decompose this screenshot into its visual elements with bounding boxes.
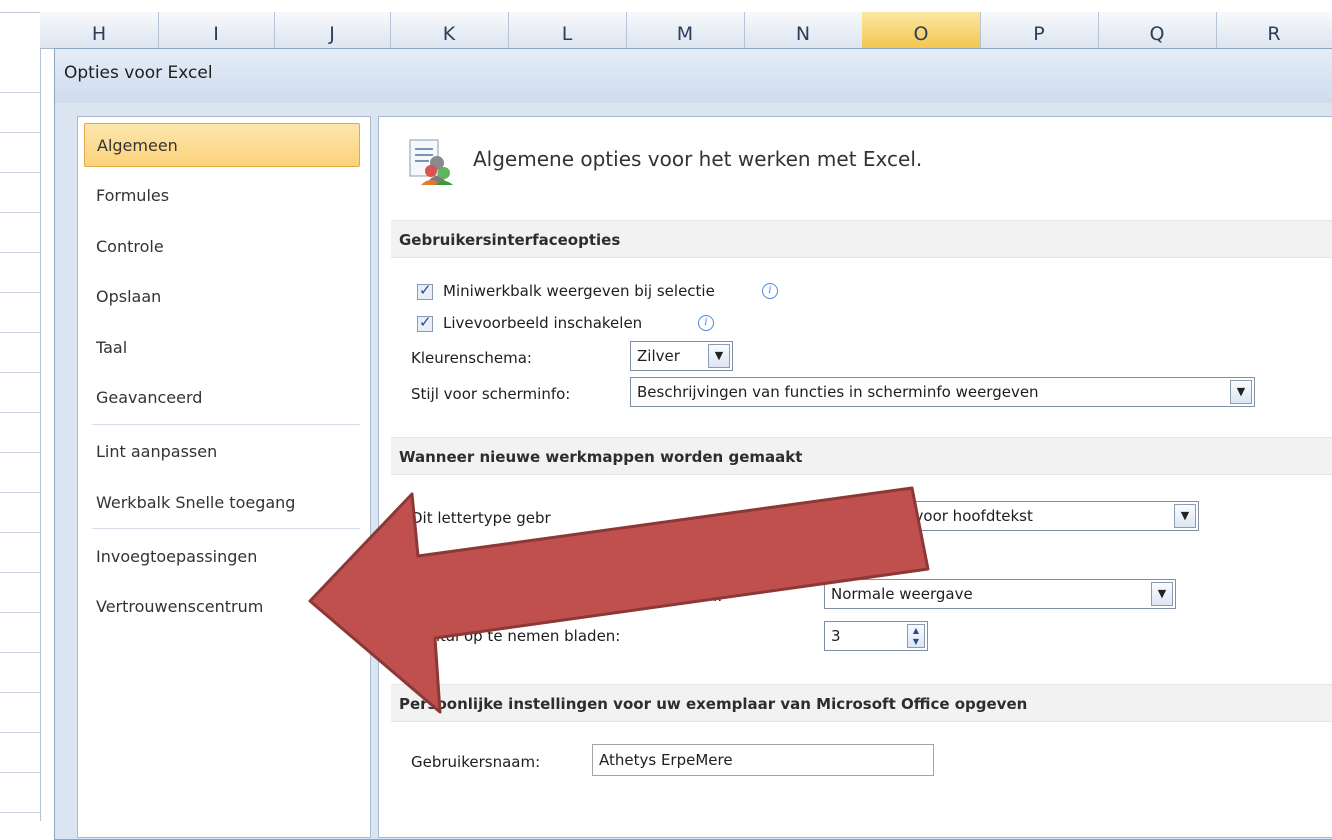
font-label: Dit lettertype gebr: [411, 509, 551, 527]
sheet-count-spinner[interactable]: 3 ▲ ▼: [824, 621, 928, 651]
section-ui-options: Gebruikersinterfaceopties: [391, 220, 1332, 258]
row-header-column: [0, 12, 41, 821]
row-gridline: [0, 732, 40, 733]
nav-item-vertrouwenscentrum[interactable]: Vertrouwenscentrum: [84, 585, 360, 629]
screentip-value: Beschrijvingen van functies in scherminf…: [637, 383, 1039, 401]
column-header-j[interactable]: J: [274, 12, 391, 48]
row-gridline: [0, 132, 40, 133]
nav-item-label: Taal: [96, 338, 128, 357]
chevron-down-icon[interactable]: ▼: [893, 543, 915, 567]
nav-item-algemeen[interactable]: Algemeen: [84, 123, 360, 167]
nav-item-label: Controle: [96, 237, 164, 256]
nav-item-label: Algemeen: [97, 136, 178, 155]
options-content: Algemene opties voor het werken met Exce…: [378, 116, 1332, 838]
nav-item-invoegtoepassingen[interactable]: Invoegtoepassingen: [84, 535, 360, 579]
spinner-arrows-icon[interactable]: ▲ ▼: [907, 624, 925, 648]
sheet-count-value: 3: [831, 627, 841, 645]
column-header-o[interactable]: O: [862, 12, 981, 48]
nav-item-opslaan[interactable]: Opslaan: [84, 275, 360, 319]
content-header: Algemene opties voor het werken met Exce…: [473, 147, 923, 171]
column-header-l[interactable]: L: [508, 12, 627, 48]
default-view-select[interactable]: Normale weergave ▼: [824, 579, 1176, 609]
font-size-value: 11: [831, 546, 851, 564]
live-preview-checkbox[interactable]: [417, 313, 433, 332]
nav-separator: [92, 528, 360, 529]
row-gridline: [0, 492, 40, 493]
default-view-label: weergave voor nieuwe bladen:: [491, 587, 723, 605]
row-gridline: [0, 692, 40, 693]
default-view-value: Normale weergave: [831, 585, 973, 603]
column-header-m[interactable]: M: [626, 12, 745, 48]
dialog-title: Opties voor Excel: [64, 63, 213, 83]
row-gridline: [0, 292, 40, 293]
username-value: Athetys ErpeMere: [599, 751, 733, 769]
chevron-down-icon[interactable]: ▼: [1230, 380, 1252, 404]
color-scheme-label: Kleurenschema:: [411, 349, 532, 367]
options-nav: Algemeen Formules Controle Opslaan Taal …: [77, 116, 371, 838]
nav-item-geavanceerd[interactable]: Geavanceerd: [84, 376, 360, 420]
column-header-r[interactable]: R: [1216, 12, 1332, 48]
section-new-workbooks: Wanneer nieuwe werkmappen worden gemaakt: [391, 437, 1332, 475]
chevron-down-icon[interactable]: ▼: [1151, 582, 1173, 606]
nav-item-label: Invoegtoepassingen: [96, 547, 258, 566]
dialog-titlebar[interactable]: Opties voor Excel: [55, 49, 1332, 103]
chevron-down-icon[interactable]: ▼: [708, 344, 730, 368]
font-value: pe voor hoofdtekst: [891, 507, 1033, 525]
section-personalize: Persoonlijke instellingen voor uw exempl…: [391, 684, 1332, 722]
column-header-n[interactable]: N: [744, 12, 863, 48]
row-gridline: [0, 332, 40, 333]
mini-toolbar-checkbox[interactable]: [417, 281, 433, 300]
column-header-p[interactable]: P: [980, 12, 1099, 48]
row-gridline: [0, 532, 40, 533]
row-gridline: [0, 172, 40, 173]
live-preview-label: Livevoorbeeld inschakelen: [443, 314, 643, 332]
screentip-select[interactable]: Beschrijvingen van functies in scherminf…: [630, 377, 1255, 407]
info-icon: i: [762, 283, 778, 299]
row-gridline: [0, 812, 40, 813]
row-gridline: [0, 92, 40, 93]
font-select[interactable]: pe voor hoofdtekst ▼: [824, 501, 1199, 531]
column-header-bar: H I J K L M N O P Q R: [40, 12, 1332, 49]
nav-item-lint-aanpassen[interactable]: Lint aanpassen: [84, 430, 360, 474]
color-scheme-select[interactable]: Zilver ▼: [630, 341, 733, 371]
info-icon: i: [698, 315, 714, 331]
row-gridline: [0, 252, 40, 253]
nav-item-label: Vertrouwenscentrum: [96, 597, 264, 616]
row-gridline: [0, 572, 40, 573]
column-header-k[interactable]: K: [390, 12, 509, 48]
nav-item-label: Lint aanpassen: [96, 442, 218, 461]
general-options-icon: [409, 139, 453, 185]
column-header-h[interactable]: H: [40, 12, 159, 48]
username-input[interactable]: Athetys ErpeMere: [592, 744, 934, 776]
row-gridline: [0, 212, 40, 213]
row-gridline: [0, 772, 40, 773]
sheet-count-label: Aantal op te nemen bladen:: [411, 627, 621, 645]
excel-options-dialog: Opties voor Excel Algemeen Formules Cont…: [54, 48, 1332, 840]
nav-item-werkbalk-snelle-toegang[interactable]: Werkbalk Snelle toegang: [84, 481, 360, 525]
nav-item-label: Geavanceerd: [96, 388, 203, 407]
nav-item-label: Formules: [96, 186, 170, 205]
chevron-down-icon[interactable]: ▼: [1174, 504, 1196, 528]
row-gridline: [0, 412, 40, 413]
font-size-select[interactable]: 11 ▼: [824, 540, 918, 570]
nav-item-taal[interactable]: Taal: [84, 326, 360, 370]
row-gridline: [0, 612, 40, 613]
column-header-q[interactable]: Q: [1098, 12, 1217, 48]
row-gridline: [0, 372, 40, 373]
nav-item-label: Werkbalk Snelle toegang: [96, 493, 296, 512]
row-gridline: [0, 452, 40, 453]
screentip-label: Stijl voor scherminfo:: [411, 385, 571, 403]
column-header-i[interactable]: I: [158, 12, 275, 48]
nav-item-formules[interactable]: Formules: [84, 174, 360, 218]
nav-separator: [92, 424, 360, 425]
mini-toolbar-label: Miniwerkbalk weergeven bij selectie: [443, 282, 715, 300]
username-label: Gebruikersnaam:: [411, 753, 541, 771]
nav-item-controle[interactable]: Controle: [84, 225, 360, 269]
color-scheme-value: Zilver: [637, 347, 680, 365]
nav-item-label: Opslaan: [96, 287, 162, 306]
row-gridline: [0, 652, 40, 653]
